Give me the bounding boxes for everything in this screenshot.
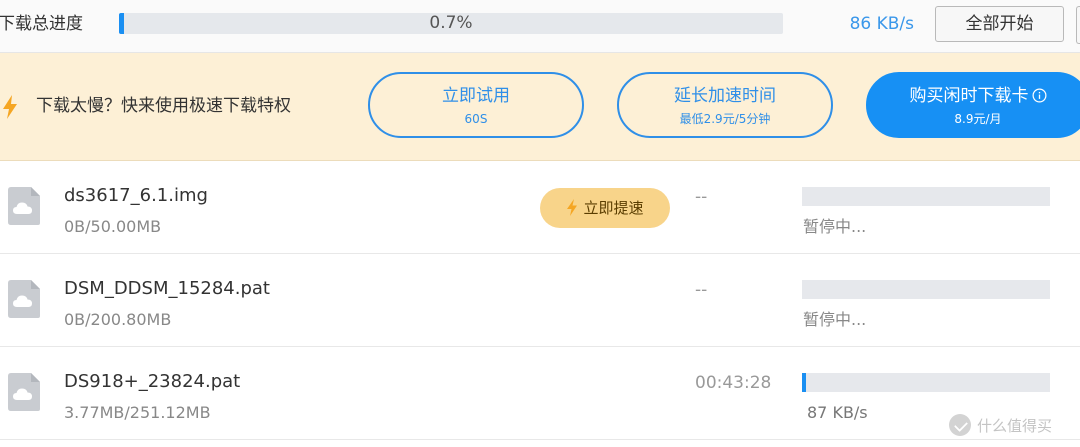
time-remaining: --	[695, 187, 708, 207]
watermark: 什么值得买	[949, 414, 1077, 438]
buy-card-title-line: 购买闲时下载卡	[868, 85, 1080, 107]
start-all-button[interactable]: 全部开始	[935, 6, 1064, 42]
download-item[interactable]: DSM_DDSM_15284.pat 0B/200.80MB -- 暂停中...	[0, 254, 1080, 347]
file-name: ds3617_6.1.img	[64, 185, 208, 206]
try-now-button[interactable]: 立即试用 60S	[368, 72, 584, 138]
extend-speedup-price: 最低2.9元/5分钟	[679, 112, 771, 126]
total-progress-bar: 下载总进度 0.7% 86 KB/s 全部开始	[0, 0, 1080, 53]
download-item[interactable]: DS918+_23824.pat 3.77MB/251.12MB 00:43:2…	[0, 347, 1080, 440]
boost-now-label: 立即提速	[583, 199, 644, 217]
item-progress-track	[802, 187, 1050, 206]
buy-card-label: 购买闲时下载卡	[909, 86, 1029, 106]
file-size-progress: 3.77MB/251.12MB	[64, 403, 211, 422]
time-remaining: --	[695, 280, 708, 300]
cloud-file-icon	[8, 187, 40, 225]
time-remaining: 00:43:28	[695, 373, 772, 393]
more-button[interactable]	[1076, 6, 1080, 44]
lightning-icon	[3, 95, 17, 119]
item-download-speed: 87 KB/s	[807, 403, 868, 422]
promo-text: 下载太慢？快来使用极速下载特权	[36, 96, 291, 116]
file-name: DSM_DDSM_15284.pat	[64, 278, 270, 299]
cloud-file-icon	[8, 280, 40, 318]
total-download-speed: 86 KB/s	[849, 14, 914, 34]
download-item[interactable]: ds3617_6.1.img 0B/50.00MB 立即提速 -- 暂停中...	[0, 161, 1080, 254]
try-now-label: 立即试用	[442, 86, 510, 106]
item-status: 暂停中...	[803, 310, 867, 329]
file-size-progress: 0B/50.00MB	[64, 217, 162, 236]
item-progress-track	[802, 280, 1050, 299]
extend-speedup-label: 延长加速时间	[674, 86, 776, 106]
buy-card-price: 8.9元/月	[954, 112, 1002, 126]
total-progress-label: 下载总进度	[0, 14, 83, 34]
cloud-file-icon	[8, 373, 40, 411]
boost-now-button[interactable]: 立即提速	[540, 188, 670, 228]
watermark-text: 什么值得买	[977, 417, 1053, 435]
total-progress-percent: 0.7%	[429, 13, 473, 33]
info-circle-icon[interactable]	[1032, 88, 1047, 103]
lightning-icon	[567, 199, 578, 216]
item-status: 暂停中...	[803, 217, 867, 236]
file-name: DS918+_23824.pat	[64, 371, 241, 392]
try-now-duration: 60S	[464, 112, 488, 126]
extend-speedup-button[interactable]: 延长加速时间 最低2.9元/5分钟	[617, 72, 833, 138]
item-progress-fill	[802, 373, 806, 392]
item-progress-track	[802, 373, 1050, 392]
smzdm-logo-icon	[949, 414, 971, 436]
speedup-promo-banner: 下载太慢？快来使用极速下载特权 立即试用 60S 延长加速时间 最低2.9元/5…	[0, 53, 1080, 161]
file-size-progress: 0B/200.80MB	[64, 310, 172, 329]
buy-idle-download-card-button[interactable]: 购买闲时下载卡 8.9元/月	[866, 72, 1080, 138]
total-progress-track: 0.7%	[119, 13, 783, 34]
